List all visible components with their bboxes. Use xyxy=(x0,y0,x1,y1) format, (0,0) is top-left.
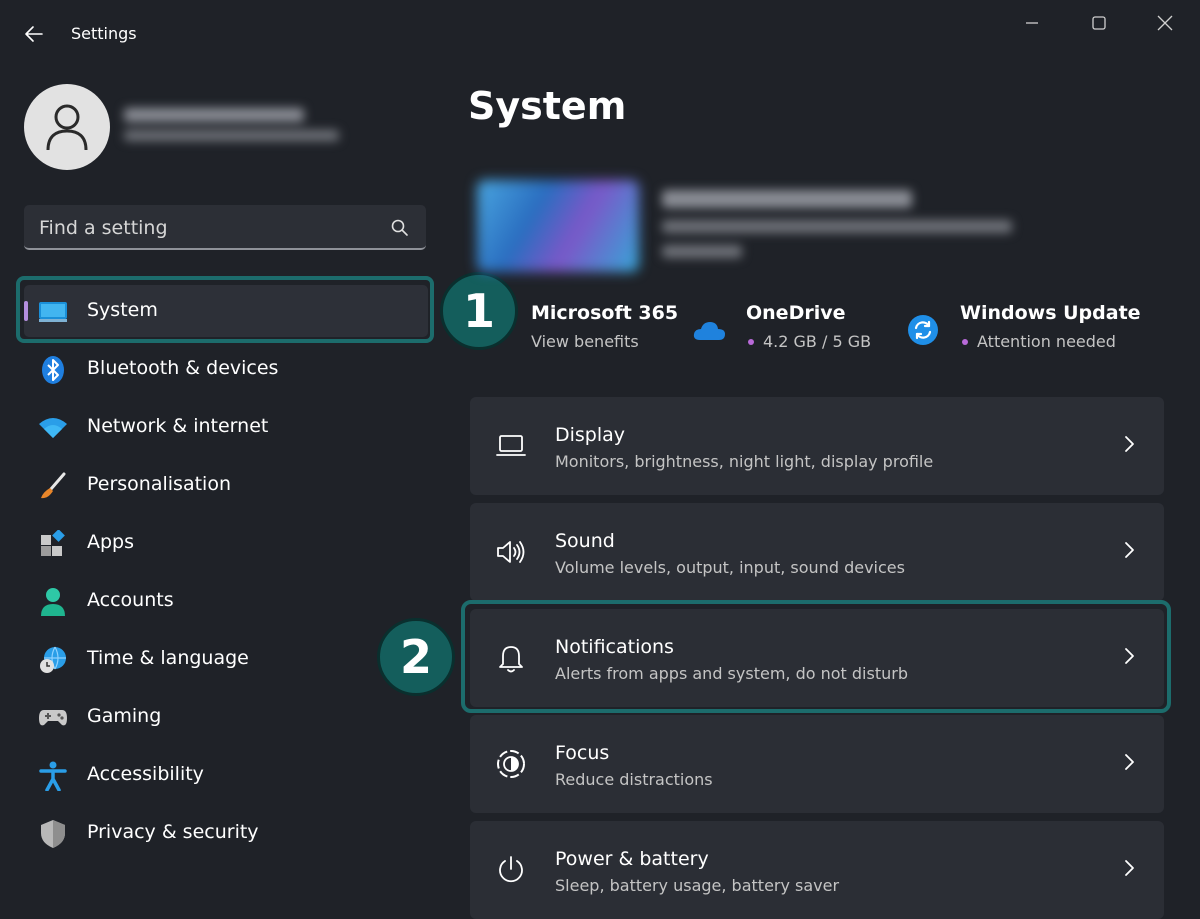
quick-link-title: Windows Update xyxy=(960,302,1141,324)
sidebar-item-gaming[interactable]: Gaming xyxy=(24,691,428,743)
chevron-right-icon xyxy=(1122,540,1136,560)
sidebar-item-label: Gaming xyxy=(87,705,162,727)
quick-link-title: OneDrive xyxy=(746,302,846,324)
card-title: Focus xyxy=(555,742,610,764)
brush-icon xyxy=(38,471,68,501)
title-bar: Settings xyxy=(0,0,1200,70)
close-button[interactable] xyxy=(1145,10,1185,36)
search-icon[interactable] xyxy=(390,218,410,238)
avatar[interactable] xyxy=(24,84,110,170)
highlight-box-system xyxy=(16,276,434,343)
person-icon xyxy=(46,104,88,151)
shield-icon xyxy=(38,819,68,849)
accessibility-icon xyxy=(38,761,68,791)
focus-icon xyxy=(494,747,528,781)
cloud-icon xyxy=(692,313,726,347)
sidebar-item-personalisation[interactable]: Personalisation xyxy=(24,459,428,511)
bluetooth-icon xyxy=(38,355,68,385)
sidebar-item-apps[interactable]: Apps xyxy=(24,517,428,569)
sidebar-item-label: Personalisation xyxy=(87,473,231,495)
gamepad-icon xyxy=(38,703,68,733)
device-thumbnail xyxy=(477,180,639,272)
apps-icon xyxy=(38,529,68,559)
settings-card-focus[interactable]: Focus Reduce distractions xyxy=(470,715,1164,813)
sidebar-item-accounts[interactable]: Accounts xyxy=(24,575,428,627)
quick-link-subtitle: View benefits xyxy=(531,332,639,351)
blurred-device-info xyxy=(662,190,1022,274)
sidebar-item-label: Apps xyxy=(87,531,135,553)
sidebar-item-label: Time & language xyxy=(87,647,249,669)
settings-card-display[interactable]: Display Monitors, brightness, night ligh… xyxy=(470,397,1164,495)
card-title: Display xyxy=(555,424,626,446)
sidebar-item-label: Accounts xyxy=(87,589,174,611)
minimize-button[interactable] xyxy=(1012,10,1052,36)
onedrive-link[interactable]: OneDrive 4.2 GB / 5 GB xyxy=(746,302,871,351)
quick-link-title: Microsoft 365 xyxy=(531,302,679,324)
sidebar-item-label: Bluetooth & devices xyxy=(87,357,279,379)
settings-card-sound[interactable]: Sound Volume levels, output, input, soun… xyxy=(470,503,1164,601)
sidebar-item-label: Accessibility xyxy=(87,763,204,785)
sidebar-item-network[interactable]: Network & internet xyxy=(24,401,428,453)
card-subtitle: Monitors, brightness, night light, displ… xyxy=(555,452,934,471)
sidebar-item-bluetooth[interactable]: Bluetooth & devices xyxy=(24,343,428,395)
status-dot xyxy=(962,338,968,345)
back-arrow-icon[interactable] xyxy=(22,22,46,46)
card-subtitle: Sleep, battery usage, battery saver xyxy=(555,876,840,895)
quick-link-subtitle: Attention needed xyxy=(977,332,1116,351)
app-title: Settings xyxy=(71,24,137,43)
chevron-right-icon xyxy=(1122,434,1136,454)
speaker-icon xyxy=(494,535,528,569)
page-title: System xyxy=(468,84,627,128)
laptop-icon xyxy=(494,429,528,463)
quick-link-subtitle: 4.2 GB / 5 GB xyxy=(763,332,872,351)
sidebar-item-label: Network & internet xyxy=(87,415,269,437)
card-title: Power & battery xyxy=(555,848,709,870)
globe-clock-icon xyxy=(38,645,68,675)
windows-update-link[interactable]: Windows Update Attention needed xyxy=(960,302,1141,351)
blurred-user-info xyxy=(124,108,344,148)
microsoft-365-link[interactable]: Microsoft 365 View benefits xyxy=(531,302,678,351)
sidebar-item-time-language[interactable]: Time & language xyxy=(24,633,428,685)
update-icon xyxy=(906,313,940,347)
search-placeholder: Find a setting xyxy=(39,217,168,239)
highlight-box-notifications xyxy=(461,600,1171,713)
step-badge-1: 1 xyxy=(440,272,518,350)
card-subtitle: Volume levels, output, input, sound devi… xyxy=(555,558,905,577)
settings-card-power[interactable]: Power & battery Sleep, battery usage, ba… xyxy=(470,821,1164,919)
card-subtitle: Reduce distractions xyxy=(555,770,713,789)
step-badge-2: 2 xyxy=(377,618,455,696)
accounts-icon xyxy=(38,587,68,617)
status-dot xyxy=(748,338,754,345)
search-input[interactable]: Find a setting xyxy=(24,205,426,250)
chevron-right-icon xyxy=(1122,858,1136,878)
chevron-right-icon xyxy=(1122,752,1136,772)
wifi-icon xyxy=(38,413,68,443)
sidebar-item-accessibility[interactable]: Accessibility xyxy=(24,749,428,801)
maximize-button[interactable] xyxy=(1079,10,1119,36)
power-icon xyxy=(494,853,528,887)
card-title: Sound xyxy=(555,530,615,552)
sidebar-item-privacy[interactable]: Privacy & security xyxy=(24,807,428,859)
sidebar-item-label: Privacy & security xyxy=(87,821,259,843)
